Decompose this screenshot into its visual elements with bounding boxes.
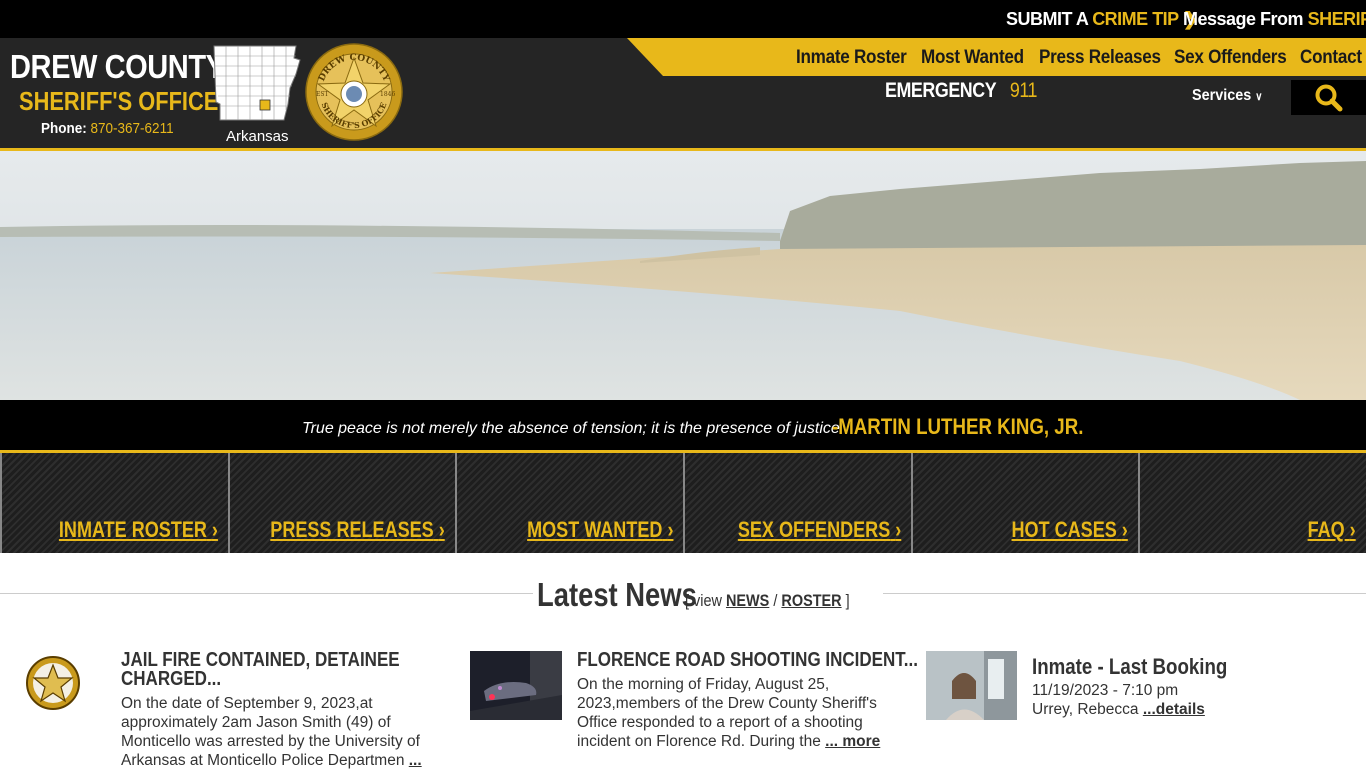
quote-banner: True peace is not merely the absence of …: [0, 400, 1366, 450]
nav-most-wanted[interactable]: Most Wanted: [921, 47, 1024, 69]
chevron-right-icon: ›: [894, 517, 901, 542]
sheriff-badge-logo[interactable]: DREW COUNTY SHERIFF'S OFFICE EST 1846: [304, 42, 404, 142]
last-booking-title[interactable]: Inmate - Last Booking: [1032, 656, 1227, 678]
nav-contact[interactable]: Contact: [1300, 47, 1362, 69]
chevron-right-icon: ›: [211, 517, 218, 542]
news-summary: On the morning of Friday, August 25, 202…: [577, 676, 881, 750]
chevron-right-icon: ›: [438, 517, 445, 542]
svg-text:1846: 1846: [380, 91, 395, 98]
tile-inmate-roster[interactable]: INMATE ROSTER ›: [0, 453, 228, 553]
submit-crime-tip-link[interactable]: SUBMIT A CRIME TIP ❯: [1006, 9, 1198, 30]
news-summary: On the date of September 9, 2023,at appr…: [121, 695, 422, 769]
tile-press-releases[interactable]: PRESS RELEASES ›: [228, 453, 455, 553]
chevron-down-icon: ∨: [1255, 91, 1263, 103]
news-title[interactable]: FLORENCE ROAD SHOOTING INCIDENT...: [577, 650, 918, 670]
tile-sex-offenders[interactable]: SEX OFFENDERS ›: [683, 453, 911, 553]
news-link[interactable]: NEWS: [726, 591, 769, 610]
search-icon: [1315, 84, 1342, 111]
emergency-number: EMERGENCY 911: [885, 79, 1038, 102]
hero-lake-image: [0, 151, 1366, 400]
svg-text:EST: EST: [316, 91, 329, 98]
read-more-link[interactable]: ...: [409, 752, 422, 769]
news-thumbnail-image[interactable]: [470, 651, 562, 720]
star-badge-icon: [26, 656, 80, 710]
search-button[interactable]: [1291, 80, 1366, 115]
site-subtitle[interactable]: SHERIFF'S OFFICE: [19, 86, 218, 117]
arkansas-map-icon: [213, 45, 301, 121]
roster-link[interactable]: ROSTER: [781, 591, 841, 610]
phone-number: Phone: 870-367-6211: [41, 120, 174, 137]
site-header: DREW COUNTY SHERIFF'S OFFICE Phone: 870-…: [0, 38, 1366, 151]
inmate-photo[interactable]: [926, 651, 1017, 720]
top-bar: SUBMIT A CRIME TIP ❯ Message From SHERIF…: [0, 0, 1366, 38]
last-booking-info: 11/19/2023 - 7:10 pm Urrey, Rebecca ...d…: [1032, 682, 1205, 718]
nav-sex-offenders[interactable]: Sex Offenders: [1174, 47, 1287, 69]
nav-press-releases[interactable]: Press Releases: [1039, 47, 1161, 69]
quote-author: -MARTIN LUTHER KING, JR.: [832, 414, 1084, 439]
read-more-link[interactable]: ... more: [825, 733, 880, 750]
chevron-right-icon: ›: [1349, 517, 1356, 542]
message-from-sheriff-link[interactable]: Message From SHERIFF ❯: [1183, 9, 1366, 30]
map-label: Arkansas: [226, 128, 289, 145]
latest-news-heading: Latest News[ view NEWS / ROSTER ]: [533, 576, 883, 614]
details-link[interactable]: ...details: [1143, 701, 1205, 718]
nav-inmate-roster[interactable]: Inmate Roster: [796, 47, 907, 69]
tile-hot-cases[interactable]: HOT CASES ›: [911, 453, 1138, 553]
tile-faq[interactable]: FAQ ›: [1138, 453, 1366, 553]
tile-most-wanted[interactable]: MOST WANTED ›: [455, 453, 683, 553]
chevron-right-icon: ›: [1121, 517, 1128, 542]
quote-text: True peace is not merely the absence of …: [302, 420, 840, 437]
services-dropdown[interactable]: Services ∨: [1192, 87, 1263, 105]
chevron-right-icon: ›: [666, 517, 673, 542]
news-title[interactable]: JAIL FIRE CONTAINED, DETAINEE CHARGED...: [121, 650, 400, 689]
quick-links: INMATE ROSTER › PRESS RELEASES › MOST WA…: [0, 450, 1366, 553]
site-title[interactable]: DREW COUNTY: [10, 48, 225, 86]
